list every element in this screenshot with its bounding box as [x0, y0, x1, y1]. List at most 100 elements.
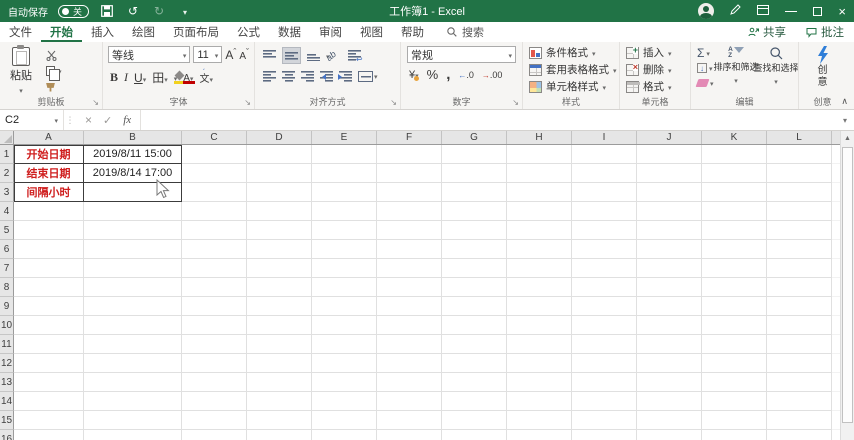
cell-H12[interactable]	[507, 354, 572, 373]
cut-button[interactable]	[46, 49, 62, 61]
cell-J1[interactable]	[637, 145, 702, 164]
cell-I9[interactable]	[572, 297, 637, 316]
insert-cells-button[interactable]: 插入	[622, 44, 688, 61]
cell-E6[interactable]	[312, 240, 377, 259]
cell-I4[interactable]	[572, 202, 637, 221]
cell-A4[interactable]	[14, 202, 84, 221]
cell-B10[interactable]	[84, 316, 182, 335]
cell-E8[interactable]	[312, 278, 377, 297]
cell-C6[interactable]	[182, 240, 247, 259]
cell-G14[interactable]	[442, 392, 507, 411]
cell-K10[interactable]	[702, 316, 767, 335]
cell-I10[interactable]	[572, 316, 637, 335]
cell-H13[interactable]	[507, 373, 572, 392]
row-header-5[interactable]: 5	[0, 221, 14, 240]
cell-G10[interactable]	[442, 316, 507, 335]
cell-K2[interactable]	[702, 164, 767, 183]
wrap-text-button[interactable]	[347, 50, 363, 64]
underline-button[interactable]: U	[134, 71, 146, 85]
cell-D7[interactable]	[247, 259, 312, 278]
cell-J14[interactable]	[637, 392, 702, 411]
share-button[interactable]: 共享	[738, 22, 796, 42]
cell-D2[interactable]	[247, 164, 312, 183]
row-header-11[interactable]: 11	[0, 335, 14, 354]
cell-K12[interactable]	[702, 354, 767, 373]
cell-I7[interactable]	[572, 259, 637, 278]
cell-C15[interactable]	[182, 411, 247, 430]
cell-F5[interactable]	[377, 221, 442, 240]
cell-F8[interactable]	[377, 278, 442, 297]
ribbon-display-options-button[interactable]	[757, 4, 770, 18]
column-header-H[interactable]: H	[507, 131, 572, 144]
cell-G11[interactable]	[442, 335, 507, 354]
increase-font-button[interactable]	[225, 47, 236, 63]
cell-H1[interactable]	[507, 145, 572, 164]
cell-D8[interactable]	[247, 278, 312, 297]
cell-A9[interactable]	[14, 297, 84, 316]
cell-A12[interactable]	[14, 354, 84, 373]
cell-C4[interactable]	[182, 202, 247, 221]
alignment-dialog-launcher-icon[interactable]	[390, 98, 397, 107]
cell-G4[interactable]	[442, 202, 507, 221]
increase-indent-button[interactable]	[338, 70, 352, 82]
cell-H3[interactable]	[507, 183, 572, 202]
cell-E7[interactable]	[312, 259, 377, 278]
cell-C11[interactable]	[182, 335, 247, 354]
cell-L9[interactable]	[767, 297, 832, 316]
cell-L15[interactable]	[767, 411, 832, 430]
phonetic-button[interactable]	[199, 70, 213, 85]
cell-E15[interactable]	[312, 411, 377, 430]
find-select-button[interactable]: 查找和选择	[754, 44, 799, 96]
restore-button[interactable]	[813, 6, 823, 16]
autosave-toggle[interactable]: 关	[58, 4, 90, 18]
cell-C10[interactable]	[182, 316, 247, 335]
cell-J4[interactable]	[637, 202, 702, 221]
cell-H5[interactable]	[507, 221, 572, 240]
cell-C13[interactable]	[182, 373, 247, 392]
sort-filter-button[interactable]: AZ 排序和筛选	[714, 44, 759, 96]
cell-J6[interactable]	[637, 240, 702, 259]
column-header-J[interactable]: J	[637, 131, 702, 144]
cell-L1[interactable]	[767, 145, 832, 164]
font-dialog-launcher-icon[interactable]	[244, 98, 251, 107]
cell-G16[interactable]	[442, 430, 507, 440]
cell-D12[interactable]	[247, 354, 312, 373]
conditional-formatting-button[interactable]: 条件格式	[525, 44, 617, 61]
cell-L5[interactable]	[767, 221, 832, 240]
ideas-button-label[interactable]: 创意	[816, 65, 829, 88]
cell-G12[interactable]	[442, 354, 507, 373]
bottom-align-button[interactable]	[307, 50, 320, 61]
cell-J13[interactable]	[637, 373, 702, 392]
row-header-3[interactable]: 3	[0, 183, 14, 202]
collapse-ribbon-button[interactable]	[841, 96, 848, 107]
cell-H4[interactable]	[507, 202, 572, 221]
cell-D10[interactable]	[247, 316, 312, 335]
cell-F7[interactable]	[377, 259, 442, 278]
cell-B5[interactable]	[84, 221, 182, 240]
row-header-16[interactable]: 16	[0, 430, 14, 440]
cell-L8[interactable]	[767, 278, 832, 297]
cell-I2[interactable]	[572, 164, 637, 183]
cell-K3[interactable]	[702, 183, 767, 202]
cell-D6[interactable]	[247, 240, 312, 259]
cell-F4[interactable]	[377, 202, 442, 221]
cell-I14[interactable]	[572, 392, 637, 411]
cell-L7[interactable]	[767, 259, 832, 278]
column-header-C[interactable]: C	[182, 131, 247, 144]
cell-K11[interactable]	[702, 335, 767, 354]
insert-function-button[interactable]: fx	[123, 114, 131, 126]
fill-color-button[interactable]	[174, 72, 178, 84]
cell-H15[interactable]	[507, 411, 572, 430]
cell-E4[interactable]	[312, 202, 377, 221]
expand-formula-bar-button[interactable]	[836, 110, 854, 130]
tab-数据[interactable]: 数据	[269, 22, 310, 42]
cell-A8[interactable]	[14, 278, 84, 297]
close-button[interactable]	[838, 4, 846, 19]
cell-J7[interactable]	[637, 259, 702, 278]
align-center-button[interactable]	[282, 70, 295, 82]
cell-F10[interactable]	[377, 316, 442, 335]
cell-C8[interactable]	[182, 278, 247, 297]
cell-G9[interactable]	[442, 297, 507, 316]
cell-F12[interactable]	[377, 354, 442, 373]
cell-D14[interactable]	[247, 392, 312, 411]
